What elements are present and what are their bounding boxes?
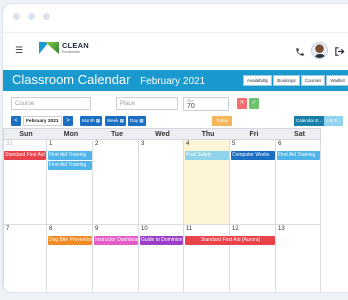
- week-view-label: Week: [107, 118, 119, 123]
- window-dot[interactable]: [28, 13, 35, 20]
- day-number: 11: [186, 226, 193, 232]
- day-number: 8: [49, 226, 53, 232]
- phone-icon[interactable]: [295, 47, 305, 57]
- tab-availability[interactable]: Availability: [243, 75, 273, 86]
- window-controls: [13, 13, 50, 20]
- place-filter-input[interactable]: Place: [116, 97, 178, 110]
- window-dot[interactable]: [43, 13, 50, 20]
- filter-bar: Course Place PAX 70 ✕ ✓: [11, 97, 345, 111]
- apply-filter-button[interactable]: ✓: [249, 98, 259, 109]
- weekday-label: Fri: [249, 131, 259, 138]
- day-number: 7: [6, 226, 10, 232]
- app-window: ☰ CLEAN Enrolments Classroom Calendar Fe…: [0, 0, 348, 300]
- day-number: 4: [186, 141, 190, 147]
- calendar-toolbar: < February 2021 > Month ▦ Week ▦ Day ▦ T…: [11, 116, 345, 128]
- logo-name: CLEAN: [62, 41, 89, 50]
- pax-input[interactable]: PAX 70: [183, 97, 229, 111]
- calendar-event[interactable]: Standard First Aid (Aurora): [185, 236, 275, 245]
- weekday-label: Thu: [201, 131, 215, 138]
- day-number: 2: [95, 141, 99, 147]
- tab-bookings[interactable]: Bookings: [273, 75, 300, 86]
- day-number: 5: [232, 141, 236, 147]
- day-cell[interactable]: 7: [3, 225, 47, 292]
- day-number: 9: [95, 226, 99, 232]
- day-number: 13: [278, 226, 285, 232]
- calendar-event[interactable]: Computer Works: [231, 151, 275, 160]
- weekday-label: Sun: [19, 131, 33, 138]
- course-filter-input[interactable]: Course: [11, 97, 91, 110]
- day-number: 1: [49, 141, 53, 147]
- calendar-event[interactable]: First Aid Training: [48, 151, 92, 160]
- top-navbar: ☰ CLEAN Enrolments: [3, 32, 348, 68]
- pax-value: 70: [187, 103, 195, 110]
- weekday-label: Tue: [111, 131, 123, 138]
- day-cell[interactable]: 3: [139, 140, 184, 225]
- day-cell[interactable]: 13: [276, 225, 321, 292]
- page-title-month: February 2021: [140, 76, 206, 87]
- day-number: 31: [6, 141, 13, 147]
- day-number: 6: [278, 141, 282, 147]
- weekday-label: Sat: [294, 131, 305, 138]
- calendar-event[interactable]: Instructor Dashboard: [94, 236, 138, 245]
- tab-waitlist[interactable]: Waitlist: [326, 75, 348, 86]
- calendar-mode-toggle: Calendar E... List E...: [294, 116, 344, 126]
- calendar-event[interactable]: Guide to Dominion: [140, 236, 183, 245]
- day-view-label: Day: [130, 118, 139, 123]
- prev-month-button[interactable]: <: [11, 116, 21, 126]
- view-tabs: Availability Bookings Courses Waitlist: [242, 75, 348, 86]
- calendar-event[interactable]: Dog Bite Prevention: [48, 236, 92, 245]
- day-number: 3: [141, 141, 145, 147]
- today-button[interactable]: Today: [212, 116, 232, 126]
- list-events-button[interactable]: List E...: [324, 116, 344, 126]
- weekday-label: Mon: [63, 131, 79, 138]
- week-view-button[interactable]: Week ▦: [105, 116, 126, 126]
- page-title: Classroom Calendar February 2021: [12, 72, 205, 87]
- clear-filter-button[interactable]: ✕: [237, 98, 247, 109]
- weekday-header: Sun Mon Tue Wed Thu Fri Sat: [3, 128, 321, 140]
- logout-icon[interactable]: [334, 46, 345, 57]
- page-title-text: Classroom Calendar: [12, 72, 131, 87]
- logo[interactable]: CLEAN Enrolments: [39, 42, 89, 54]
- tab-courses[interactable]: Courses: [300, 75, 326, 86]
- calendar-events-button[interactable]: Calendar E...: [294, 116, 325, 126]
- hamburger-icon[interactable]: ☰: [15, 46, 23, 55]
- calendar-header: Classroom Calendar February 2021 Availab…: [3, 70, 348, 91]
- day-cell[interactable]: 2: [93, 140, 139, 225]
- logo-mark-icon: [39, 42, 59, 54]
- calendar-event[interactable]: Standard First Aid: [4, 151, 46, 160]
- weekday-label: Wed: [155, 131, 170, 138]
- day-view-button[interactable]: Day ▦: [128, 116, 146, 126]
- day-number: 12: [232, 226, 239, 232]
- logo-subtitle: Enrolments: [62, 49, 80, 54]
- day-number: 10: [141, 226, 148, 232]
- calendar-event[interactable]: Pool Safety: [185, 151, 229, 160]
- month-view-button[interactable]: Month ▦: [80, 116, 103, 126]
- calendar-event[interactable]: First Aid Training: [277, 151, 320, 160]
- user-avatar[interactable]: [311, 42, 328, 59]
- browser-frame: ☰ CLEAN Enrolments Classroom Calendar Fe…: [2, 3, 348, 293]
- current-month-label: February 2021: [23, 116, 62, 126]
- window-dot[interactable]: [13, 13, 20, 20]
- month-view-label: Month: [82, 118, 95, 123]
- next-month-button[interactable]: >: [63, 116, 73, 126]
- calendar-event[interactable]: First Aid Training: [48, 161, 92, 170]
